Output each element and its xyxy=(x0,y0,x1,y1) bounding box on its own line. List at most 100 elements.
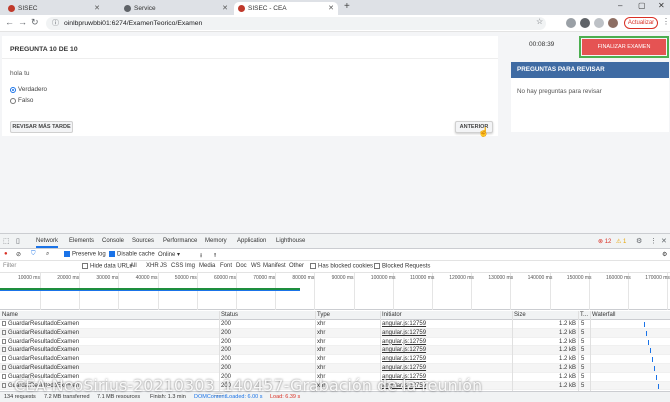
minimize-icon[interactable]: – xyxy=(618,1,622,10)
filter-type-other[interactable]: Other xyxy=(289,263,304,269)
browser-tab-sisec[interactable]: SISEC ✕ xyxy=(4,2,104,15)
table-row[interactable]: GuardarResultadoExamen 200 xhr angular.js:1… xyxy=(0,346,670,356)
column-time[interactable]: T... xyxy=(580,312,588,318)
close-tab-icon[interactable]: ✕ xyxy=(328,4,334,12)
info-icon[interactable]: ⓘ xyxy=(52,17,59,30)
bookmark-star-icon[interactable]: ☆ xyxy=(536,17,543,26)
blocked-requests-checkbox[interactable]: Blocked Requests xyxy=(374,263,430,270)
request-time: 5 xyxy=(581,338,585,345)
has-blocked-cookies-checkbox[interactable]: Has blocked cookies xyxy=(310,263,373,270)
network-overview-timeline[interactable]: 10000 ms 20000 ms 30000 ms 40000 ms 50000 ms… xyxy=(0,273,670,310)
filter-type-js[interactable]: JS xyxy=(160,263,167,269)
finish-exam-button[interactable]: FINALIZAR EXAMEN xyxy=(582,39,666,55)
new-tab-button[interactable]: + xyxy=(344,1,350,12)
file-icon xyxy=(2,356,6,362)
settings-gear-icon[interactable]: ⚙ xyxy=(636,237,642,245)
more-options-icon[interactable]: ⋮ xyxy=(650,237,657,245)
option-verdadero[interactable]: Verdadero xyxy=(10,86,47,93)
browser-tab-service[interactable]: Service ✕ xyxy=(120,2,232,15)
hide-data-urls-checkbox[interactable]: Hide data URLs xyxy=(82,263,132,270)
record-icon[interactable]: ● xyxy=(4,251,8,257)
radio-selected-icon[interactable] xyxy=(10,86,16,93)
search-icon[interactable]: ⌕ xyxy=(46,251,49,258)
close-tab-icon[interactable]: ✕ xyxy=(94,4,100,12)
throttle-select[interactable]: Online ▾ xyxy=(158,251,180,258)
timeline-tick-label: 10000 ms xyxy=(18,275,40,281)
filter-type-doc[interactable]: Doc xyxy=(236,263,247,269)
filter-type-media[interactable]: Media xyxy=(199,263,215,269)
question-text: hola tu xyxy=(10,70,30,77)
browser-tab-sisec-cea[interactable]: SISEC - CEA ✕ xyxy=(234,2,338,15)
filter-type-ws[interactable]: WS xyxy=(251,263,261,269)
reload-icon[interactable]: ↻ xyxy=(31,17,39,28)
tab-application[interactable]: Application xyxy=(237,238,266,244)
filter-type-img[interactable]: Img xyxy=(185,263,195,269)
request-initiator[interactable]: angular.js:12759 xyxy=(382,330,426,336)
request-initiator[interactable]: angular.js:12759 xyxy=(382,339,426,345)
tab-sources[interactable]: Sources xyxy=(132,238,154,244)
extension-icon[interactable] xyxy=(566,18,576,28)
preserve-log-checkbox[interactable]: Preserve log xyxy=(64,251,106,258)
filter-type-css[interactable]: CSS xyxy=(171,263,183,269)
import-har-icon[interactable]: ⭳ xyxy=(200,251,202,261)
maximize-icon[interactable]: ▢ xyxy=(638,1,646,10)
kebab-menu-icon[interactable]: ⋮ xyxy=(662,17,670,26)
request-name: GuardarResultadoExamen xyxy=(8,338,80,345)
network-settings-icon[interactable]: ⚙ xyxy=(662,251,667,258)
column-name[interactable]: Name xyxy=(2,312,18,318)
request-type: xhr xyxy=(317,365,326,371)
radio-icon[interactable] xyxy=(10,97,16,104)
error-count-badge[interactable]: ⊗ 12 xyxy=(598,238,611,245)
review-later-button[interactable]: REVISAR MÁS TARDE xyxy=(10,121,73,133)
forward-icon[interactable]: → xyxy=(18,17,27,27)
clear-icon[interactable]: ⊘ xyxy=(16,251,21,258)
tab-performance[interactable]: Performance xyxy=(163,238,197,244)
avatar[interactable] xyxy=(608,18,618,28)
request-initiator[interactable]: angular.js:12759 xyxy=(382,347,426,353)
table-row[interactable]: GuardarResultadoExamen 200 xhr angular.js:1… xyxy=(0,328,670,338)
tab-network[interactable]: Network xyxy=(36,238,59,248)
column-type[interactable]: Type xyxy=(317,312,330,318)
filter-icon[interactable]: ⛉ xyxy=(31,251,36,258)
update-browser-button[interactable]: Actualizar xyxy=(624,17,658,29)
filter-input[interactable]: Filter xyxy=(3,263,16,269)
table-row[interactable]: GuardarResultadoExamen 200 xhr angular.js:1… xyxy=(0,364,670,373)
export-har-icon[interactable]: ⭱ xyxy=(214,251,216,261)
option-falso[interactable]: Falso xyxy=(10,97,33,104)
back-icon[interactable]: ← xyxy=(5,17,14,27)
tab-elements[interactable]: Elements xyxy=(69,238,94,244)
inspect-element-icon[interactable]: ⬚ xyxy=(3,237,10,245)
disable-cache-checkbox[interactable]: Disable cache xyxy=(109,251,155,258)
close-window-icon[interactable]: ✕ xyxy=(658,1,665,10)
filter-type-font[interactable]: Font xyxy=(220,263,232,269)
request-initiator[interactable]: angular.js:12759 xyxy=(382,356,426,362)
request-initiator[interactable]: angular.js:12759 xyxy=(382,321,426,327)
table-row[interactable]: GuardarResultadoExamen 200 xhr angular.js:1… xyxy=(0,320,670,329)
device-toolbar-icon[interactable]: ▯ xyxy=(16,237,20,245)
close-devtools-icon[interactable]: ✕ xyxy=(661,237,667,245)
tab-console[interactable]: Console xyxy=(102,238,124,244)
column-initiator[interactable]: Initiator xyxy=(382,312,402,318)
timeline-tick-label: 150000 ms xyxy=(566,275,592,281)
checkbox-icon xyxy=(310,263,316,269)
table-row[interactable]: GuardarResultadoExamen 200 xhr angular.js:1… xyxy=(0,337,670,347)
filter-type-xhr[interactable]: XHR xyxy=(146,263,159,269)
table-row[interactable]: GuardarResultadoExamen 200 xhr angular.js:1… xyxy=(0,355,670,364)
warning-count-badge[interactable]: ⚠ 1 xyxy=(616,238,626,245)
column-waterfall[interactable]: Waterfall xyxy=(592,312,615,318)
filter-type-manifest[interactable]: Manifest xyxy=(263,263,286,269)
request-time: 5 xyxy=(581,373,585,380)
close-tab-icon[interactable]: ✕ xyxy=(222,4,228,12)
request-initiator[interactable]: angular.js:12759 xyxy=(382,365,426,371)
filter-type-all[interactable]: All xyxy=(130,263,137,269)
disable-cache-label: Disable cache xyxy=(117,251,155,258)
extension-icon[interactable] xyxy=(580,18,590,28)
timeline-gridline xyxy=(40,273,41,310)
column-status[interactable]: Status xyxy=(221,312,238,318)
column-size[interactable]: Size xyxy=(514,312,526,318)
extensions-puzzle-icon[interactable] xyxy=(594,18,604,28)
tab-memory[interactable]: Memory xyxy=(205,238,227,244)
tab-lighthouse[interactable]: Lighthouse xyxy=(276,238,305,244)
has-blocked-cookies-label: Has blocked cookies xyxy=(318,263,374,270)
address-bar[interactable]: ⓘ oinlbpruwbbi01:6274/ExamenTeorico/Exam… xyxy=(46,17,546,30)
